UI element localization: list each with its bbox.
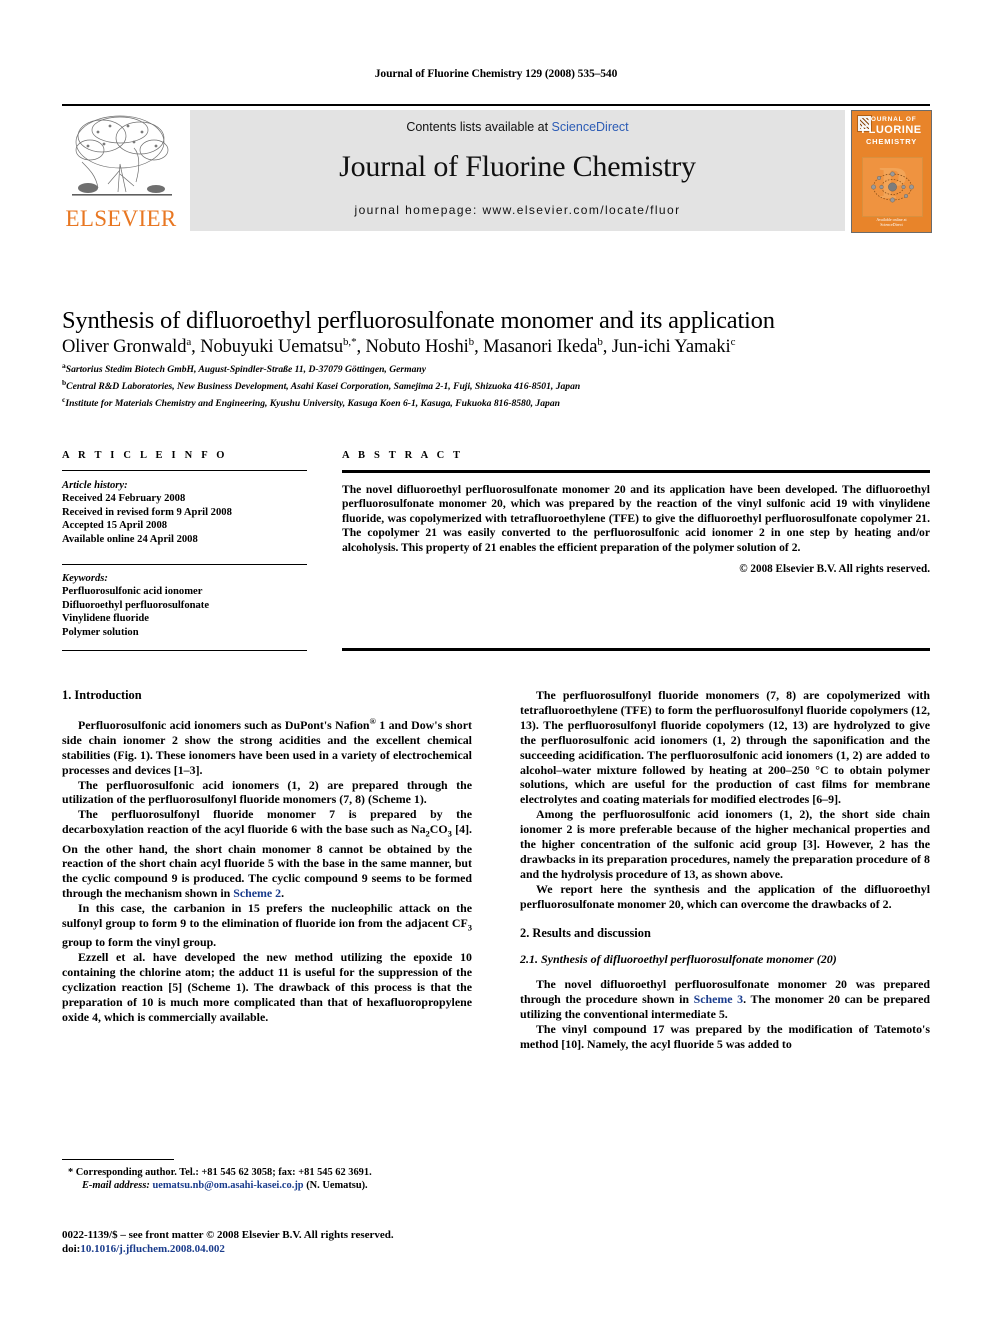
article-history-label: Article history: (62, 480, 128, 491)
footer-block: 0022-1139/$ – see front matter © 2008 El… (62, 1228, 522, 1256)
body-column-right: The perfluorosulfonyl fluoride monomers … (520, 688, 930, 1052)
history-item: Available online 24 April 2008 (62, 533, 198, 545)
affiliation-text: Central R&D Laboratories, New Business D… (66, 380, 581, 392)
contents-lists-prefix: Contents lists available at (406, 120, 552, 134)
cover-title-line3: CHEMISTRY (865, 137, 918, 146)
issn-line: 0022-1139/$ – see front matter © 2008 El… (62, 1229, 394, 1241)
affiliation-item: bCentral R&D Laboratories, New Business … (62, 377, 930, 394)
journal-masthead: ELSEVIER Contents lists available at Sci… (62, 104, 932, 233)
journal-cover-thumbnail[interactable]: JOURNAL OF FLUORINE CHEMISTRY P Availabl… (851, 110, 932, 233)
running-head: Journal of Fluorine Chemistry 129 (2008)… (374, 68, 618, 80)
article-info-heading: A R T I C L E I N F O (62, 450, 228, 461)
paragraph: The novel difluoroethyl perfluorosulfona… (520, 977, 931, 1022)
abstract-bottom-rule (342, 648, 930, 651)
journal-title: Journal of Fluorine Chemistry (339, 150, 696, 183)
author-name: Jun-ichi Yamaki (611, 337, 731, 358)
paragraph: The perfluorosulfonyl fluoride monomer 7… (62, 807, 473, 901)
footnote-rule (62, 1159, 174, 1160)
author-name: Masanori Ikeda (483, 337, 598, 358)
paragraph: Ezzell et al. have developed the new met… (62, 950, 473, 1024)
doi-link[interactable]: 10.1016/j.jfluchem.2008.04.002 (80, 1243, 225, 1255)
cover-title: JOURNAL OF FLUORINE CHEMISTRY (852, 116, 931, 146)
author-item: Nobuyuki Uematsub,*, (200, 336, 366, 358)
footnote-line: * Corresponding author. Tel.: +81 545 62… (68, 1167, 372, 1178)
affiliation-text: Institute for Materials Chemistry and En… (65, 397, 560, 409)
abstract-column: A B S T R A C T The novel difluoroethyl … (342, 450, 930, 575)
email-link[interactable]: uematsu.nb@om.asahi-kasei.co.jp (152, 1180, 303, 1191)
sciencedirect-link[interactable]: ScienceDirect (552, 120, 629, 134)
keyword-item: Vinylidene fluoride (62, 613, 150, 625)
abstract-copyright: © 2008 Elsevier B.V. All rights reserved… (739, 563, 930, 576)
author-item: Nobuto Hoshib, (365, 336, 484, 358)
corresponding-author-footnote: * Corresponding author. Tel.: +81 545 62… (62, 1166, 482, 1192)
article-info-bottom-rule (62, 650, 307, 651)
abstract-rule (342, 470, 930, 473)
section-heading-introduction: 1. Introduction (62, 688, 142, 702)
article-info-rule (62, 470, 307, 471)
history-item: Accepted 15 April 2008 (62, 520, 168, 532)
keyword-item: Difluoroethyl perfluorosulfonate (62, 599, 210, 611)
cover-foot-line2: ScienceDirect (880, 222, 903, 227)
cover-title-line2: FLUORINE (861, 124, 922, 136)
paragraph: The perfluorosulfonic acid ionomers (1, … (62, 777, 473, 807)
paragraph: Among the perfluorosulfonic acid ionomer… (520, 807, 931, 881)
author-affil-mark: b,* (343, 336, 357, 348)
affiliation-item: cInstitute for Materials Chemistry and E… (62, 394, 930, 411)
section-heading-results: 2. Results and discussion (520, 925, 651, 940)
author-item: Jun-ichi Yamakic (611, 336, 736, 358)
article-page: Journal of Fluorine Chemistry 129 (2008)… (0, 0, 992, 1323)
cover-title-line1: JOURNAL OF (866, 116, 917, 123)
paragraph: The vinyl compound 17 was prepared by th… (520, 1022, 930, 1052)
elsevier-wordmark: ELSEVIER (65, 206, 177, 231)
subsection-heading-2-1: 2.1. Synthesis of difluoroethyl perfluor… (520, 951, 837, 966)
journal-homepage-link[interactable]: journal homepage: www.elsevier.com/locat… (190, 203, 845, 217)
affiliation-text: Sartorius Stedim Biotech GmbH, August-Sp… (65, 364, 427, 376)
footnote-email-line: E-mail address: uematsu.nb@om.asahi-kase… (62, 1179, 482, 1192)
author-name: Nobuto Hoshi (365, 337, 469, 358)
author-name: Oliver Gronwald (62, 337, 187, 358)
doi-label: doi: (62, 1243, 81, 1255)
abstract-text: The novel difluoroethyl perfluorosulfona… (342, 482, 930, 554)
paragraph: We report here the synthesis and the app… (520, 881, 930, 911)
author-item: Masanori Ikedab, (483, 336, 612, 358)
paragraph: In this case, the carbanion in 15 prefer… (62, 901, 472, 950)
email-label: E-mail address: (82, 1180, 150, 1192)
history-item: Received in revised form 9 April 2008 (62, 506, 232, 518)
doi-line: doi:10.1016/j.jfluchem.2008.04.002 (62, 1242, 522, 1256)
article-info-column: A R T I C L E I N F O Article history: R… (62, 450, 307, 639)
paragraph: Perfluorosulfonic acid ionomers such as … (62, 715, 472, 777)
author-item: Oliver Gronwalda, (62, 336, 201, 358)
author-affil-mark: c (730, 336, 736, 348)
body-column-left: 1. Introduction Perfluorosulfonic acid i… (62, 688, 472, 1025)
contents-lists-line: Contents lists available at ScienceDirec… (190, 120, 845, 134)
keywords-label: Keywords: (62, 573, 108, 585)
keywords-separator-rule (62, 564, 307, 566)
history-item: Received 24 February 2008 (62, 493, 186, 505)
paragraph: The perfluorosulfonyl fluoride monomers … (520, 688, 930, 807)
elsevier-tree-icon (68, 112, 176, 202)
affiliation-item: aSartorius Stedim Biotech GmbH, August-S… (62, 360, 930, 377)
author-list: Oliver Gronwalda, Nobuyuki Uematsub,*, N… (62, 330, 930, 359)
article-history-block: Article history: Received 24 February 20… (62, 479, 307, 546)
keyword-item: Perfluorosulfonic acid ionomer (62, 586, 203, 598)
email-suffix: (N. Uematsu). (306, 1180, 368, 1192)
keywords-block: Keywords: Perfluorosulfonic acid ionomer… (62, 572, 307, 639)
atom-diagram-icon (871, 171, 914, 203)
elsevier-logo: ELSEVIER (62, 110, 180, 231)
author-name: Nobuyuki Uematsu (200, 337, 344, 358)
masthead-top-rule (62, 104, 930, 106)
cover-artwork-panel: P (862, 157, 923, 217)
affiliation-list: aSartorius Stedim Biotech GmbH, August-S… (62, 360, 930, 410)
masthead-band: Contents lists available at ScienceDirec… (190, 110, 845, 231)
abstract-heading: A B S T R A C T (342, 450, 464, 461)
keyword-item: Polymer solution (62, 626, 139, 638)
cover-footer-text: Available online at ScienceDirect (852, 217, 931, 227)
